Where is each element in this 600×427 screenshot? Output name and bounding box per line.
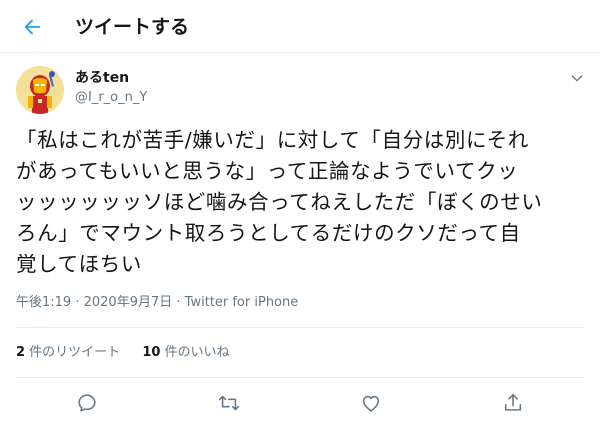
retweet-button[interactable] [216, 390, 242, 416]
more-options-button[interactable] [566, 67, 588, 89]
divider [16, 327, 584, 328]
tweet-text-line: ろん」でマウント取ろうとしてるだけのクソだって自 [16, 221, 521, 245]
tweet-text-line: があってもいいと思うな」って正論なようでいてクッ [16, 159, 519, 183]
like-button[interactable] [358, 390, 384, 416]
author-handle[interactable]: @I_r_o_n_Y [75, 89, 147, 107]
retweets-stat[interactable]: 2 件のリツイート [16, 345, 120, 360]
meta-separator: · [71, 295, 84, 310]
likes-label: 件のいいね [160, 345, 230, 360]
author-display-name[interactable]: あるten [75, 69, 129, 87]
tweet-stats: 2 件のリツイート 10 件のいいね [16, 344, 248, 362]
reply-icon [78, 394, 96, 412]
avatar-illustration [16, 66, 64, 114]
reply-button[interactable] [74, 390, 100, 416]
page-header: ツイートする [0, 0, 600, 53]
share-icon [504, 393, 522, 411]
avatar[interactable] [16, 66, 64, 114]
tweet-text: 「私はこれが苦手/嫌いだ」に対して「自分は別にそれ があってもいいと思うな」って… [16, 125, 588, 280]
retweets-count: 2 [16, 345, 26, 360]
tweet-meta: 午後1:19 · 2020年9月7日 · Twitter for iPhone [16, 294, 298, 312]
tweet-source[interactable]: Twitter for iPhone [185, 295, 299, 310]
tweet-text-line: ッッッッッッソほど噛み合ってねえしただ「ぼくのせい [16, 190, 543, 214]
meta-separator: · [172, 295, 185, 310]
tweet-text-line: 覚してほちい [16, 252, 142, 276]
tweet-time[interactable]: 午後1:19 [16, 295, 71, 310]
retweet-icon [219, 395, 239, 411]
share-button[interactable] [500, 390, 526, 416]
retweets-label: 件のリツイート [25, 345, 121, 360]
tweet-date[interactable]: 2020年9月7日 [84, 295, 173, 310]
likes-stat[interactable]: 10 件のいいね [142, 345, 229, 360]
arrow-left-icon [24, 19, 41, 35]
tweet-actions [0, 378, 600, 427]
page-title: ツイートする [75, 16, 190, 38]
chevron-down-icon [571, 75, 583, 82]
tweet-text-line: 「私はこれが苦手/嫌いだ」に対して「自分は別にそれ [16, 128, 529, 152]
likes-count: 10 [142, 345, 161, 360]
heart-icon [362, 395, 380, 412]
back-button[interactable] [16, 11, 48, 43]
